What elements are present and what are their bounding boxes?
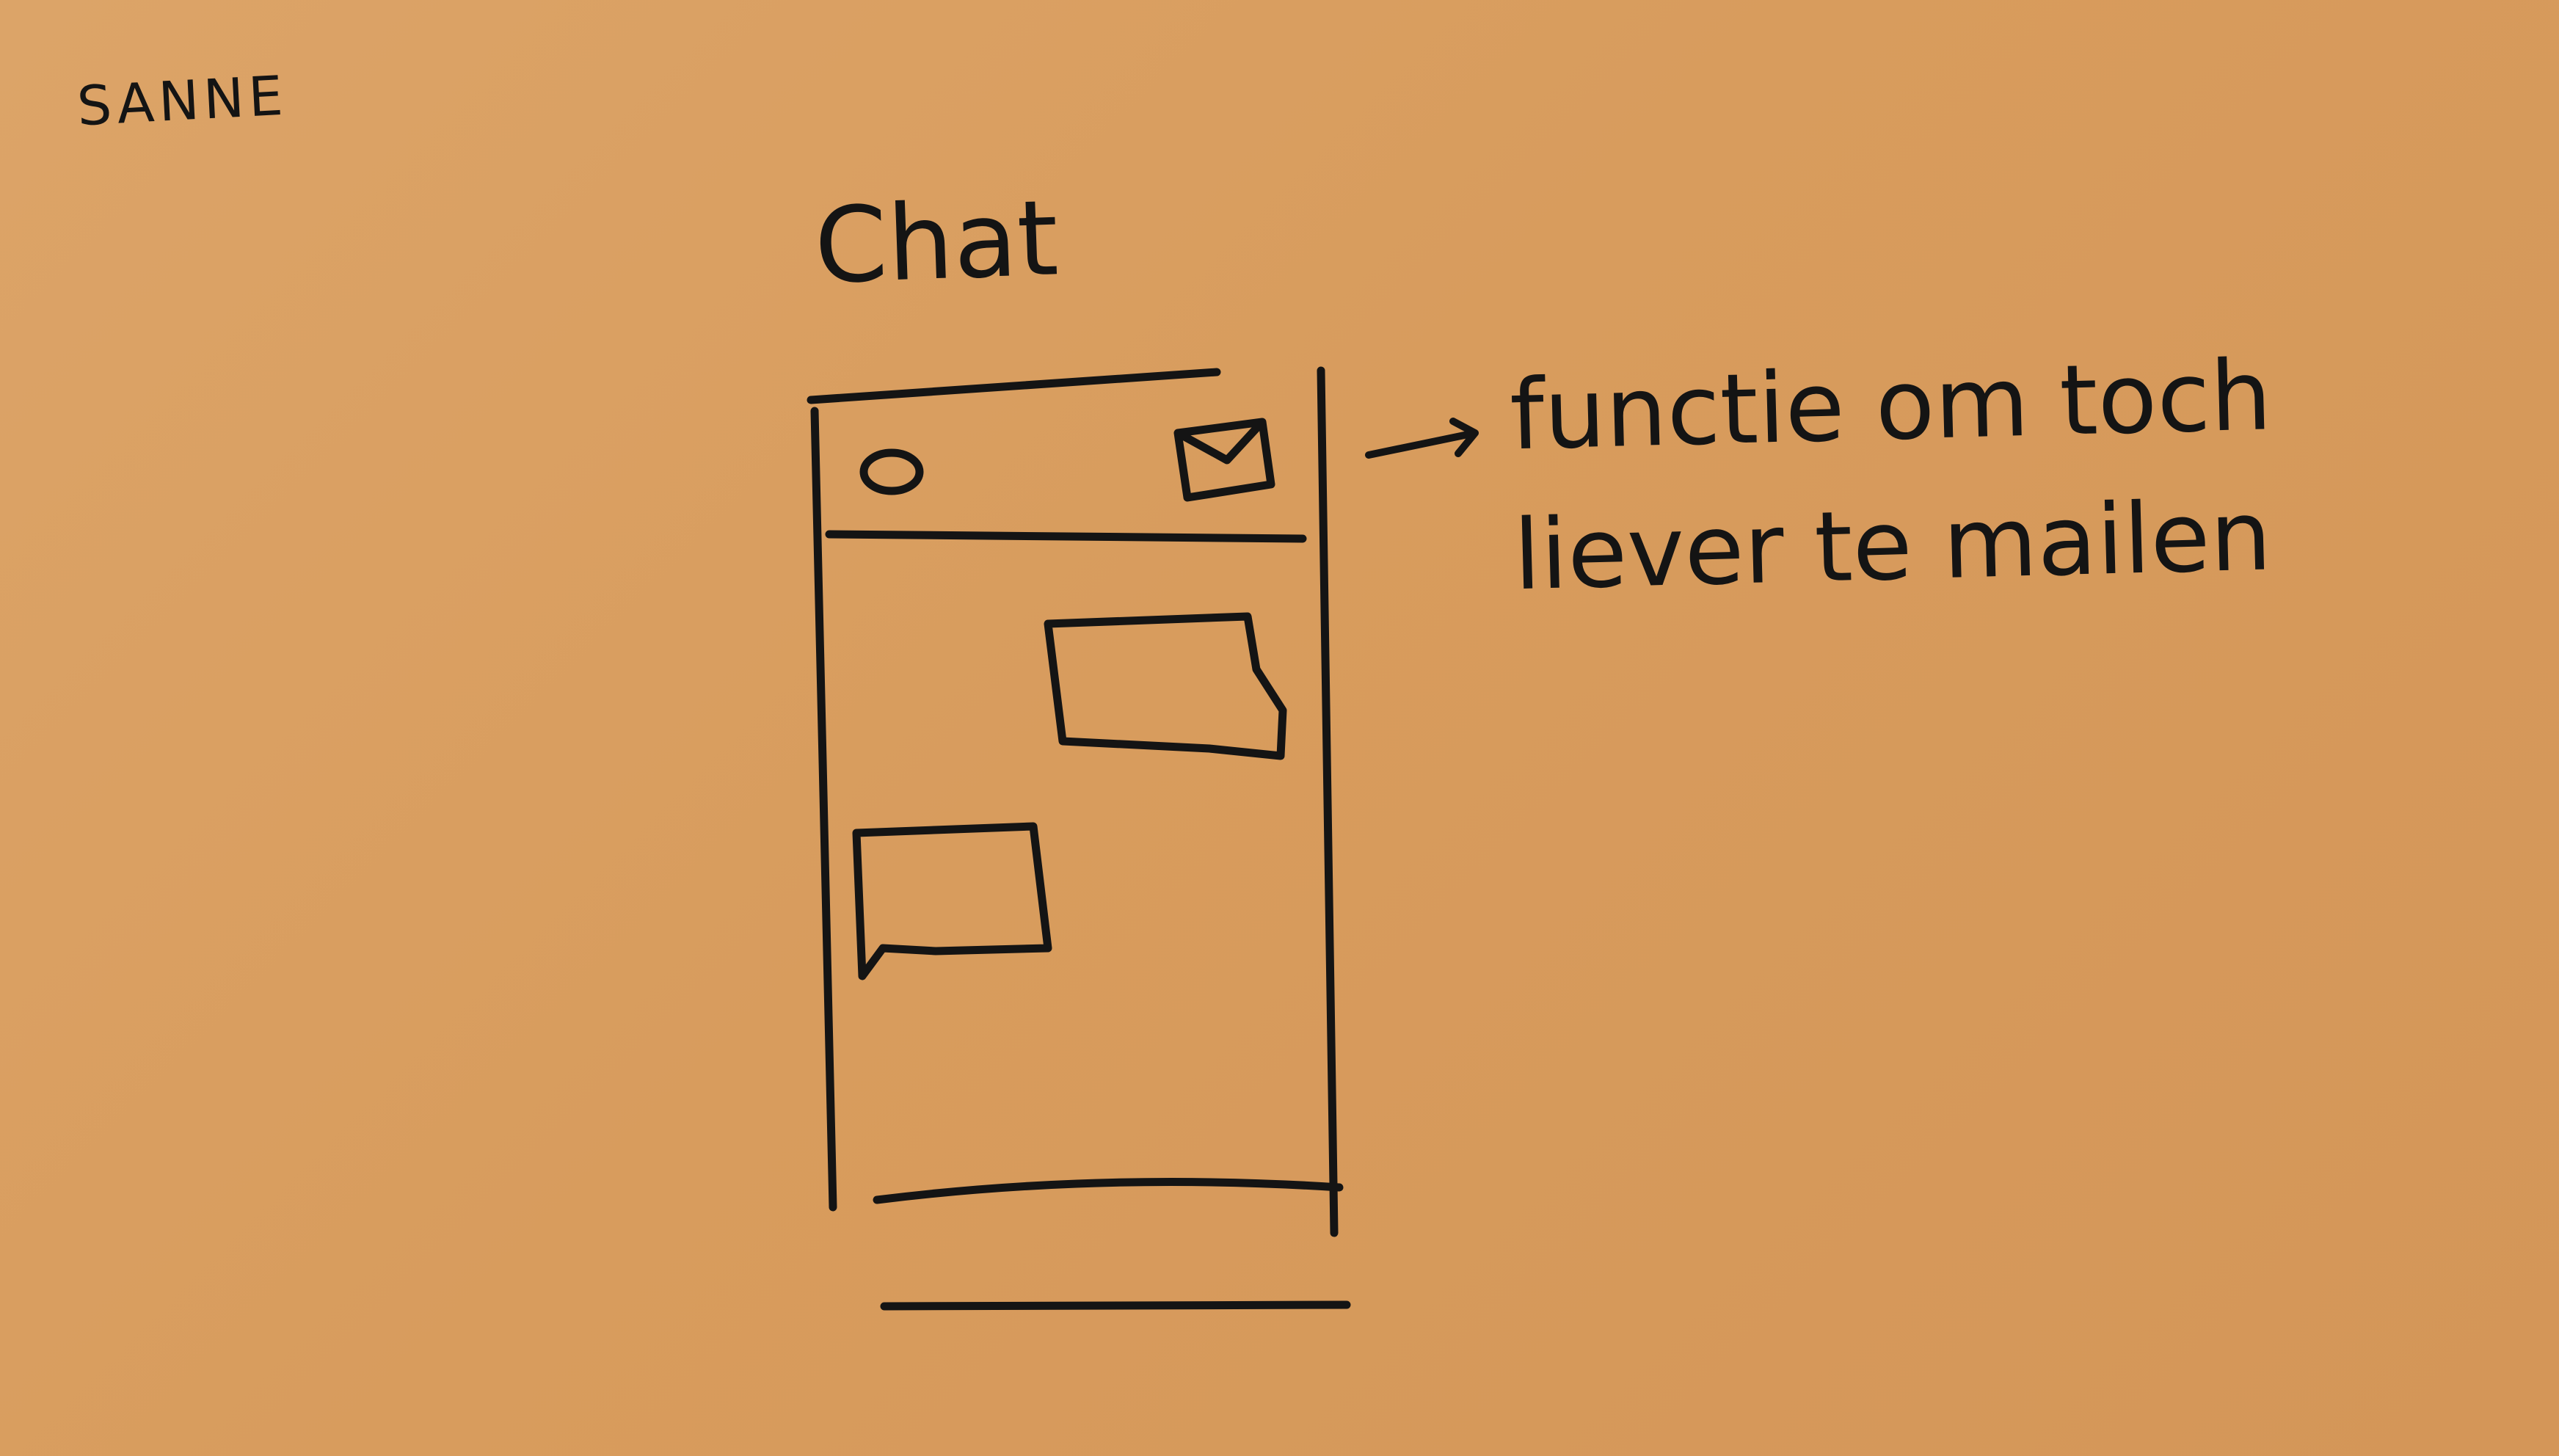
mail-button[interactable] — [1163, 418, 1284, 517]
profile-button[interactable] — [851, 440, 917, 506]
author-label: SANNE — [75, 64, 289, 139]
header-divider — [825, 530, 1307, 543]
annotation-note: functie om toch liever te mailen — [1508, 339, 2274, 613]
paper-sketch: SANNE Chat functie om toch liever te mai… — [0, 0, 2559, 1456]
page-bottom-line — [880, 1300, 1351, 1311]
chat-bubble-outgoing — [852, 822, 1052, 980]
phone-right-edge — [1317, 366, 1339, 1237]
phone-bottom-line — [873, 1178, 1344, 1204]
page-title: Chat — [812, 178, 1060, 307]
chat-bubble-incoming — [1044, 612, 1287, 760]
sketch-canvas — [807, 366, 1479, 1311]
arrow-icon — [1365, 418, 1479, 459]
phone-top-line — [807, 368, 1221, 404]
